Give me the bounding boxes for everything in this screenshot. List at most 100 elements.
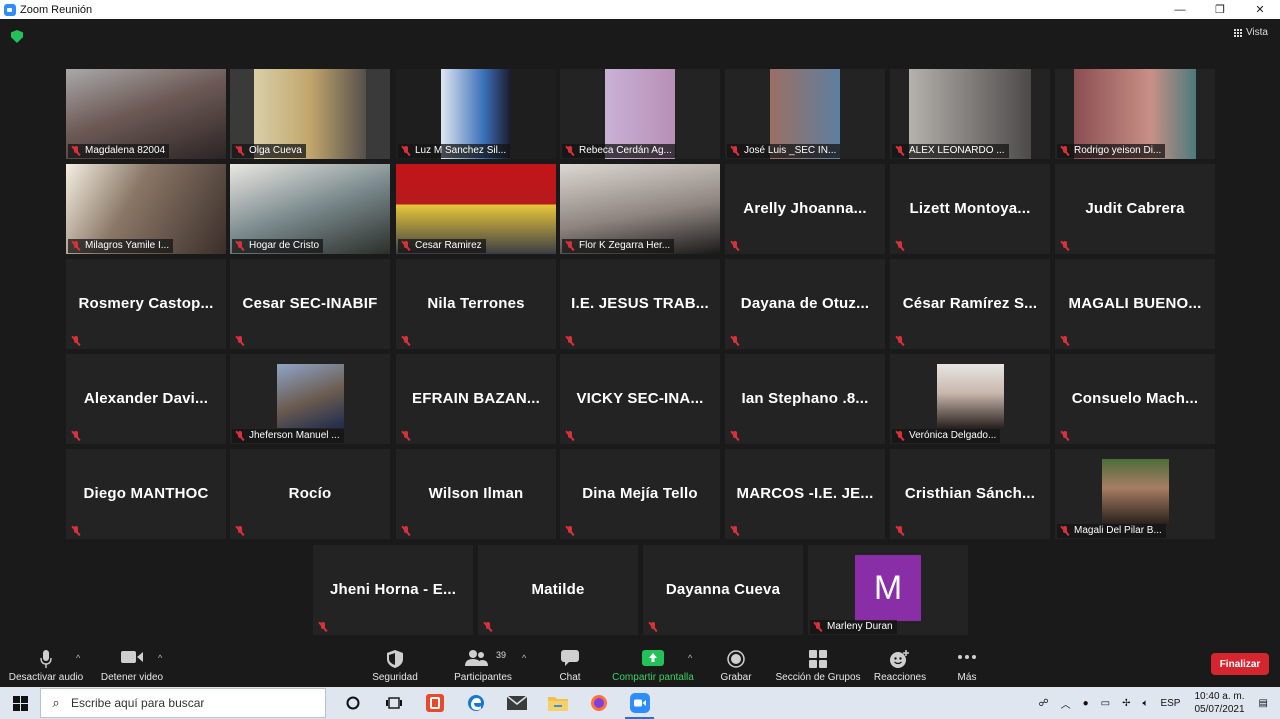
cortana-button[interactable] — [332, 687, 373, 719]
participant-tile[interactable]: Cesar SEC-INABIF — [230, 259, 390, 349]
chat-button[interactable]: Chat — [552, 645, 588, 687]
participant-tile[interactable]: Lizett Montoya... — [890, 164, 1050, 254]
participant-tile[interactable]: Dayana de Otuz... — [725, 259, 885, 349]
office-icon — [425, 694, 444, 712]
muted-microphone-icon — [648, 622, 658, 632]
participant-tile[interactable]: Arelly Jhoanna... — [725, 164, 885, 254]
muted-microphone-icon — [71, 146, 81, 156]
office-app-button[interactable] — [414, 687, 455, 719]
meeting-gallery: Vista Magdalena 82004 Olga Cueva Luz M San… — [0, 19, 1280, 645]
participant-tile[interactable]: Wilson Ilman — [396, 449, 556, 539]
participant-name-large: Matilde — [531, 581, 585, 598]
participant-tile[interactable]: MARCOS -I.E. JE... — [725, 449, 885, 539]
encryption-shield-icon[interactable] — [11, 30, 23, 43]
close-button[interactable]: ✕ — [1240, 0, 1280, 19]
participant-tile[interactable]: Ian Stephano .8... — [725, 354, 885, 444]
edge-browser-button[interactable] — [455, 687, 496, 719]
show-hidden-icons-chevron-icon[interactable]: ︿ — [1061, 696, 1071, 711]
notifications-icon[interactable]: ▤ — [1259, 698, 1268, 709]
share-options-caret[interactable]: ^ — [688, 653, 692, 663]
language-indicator[interactable]: ESP — [1160, 698, 1180, 709]
participant-tile[interactable]: Alexander Davi... — [66, 354, 226, 444]
participant-name-label: Verónica Delgado... — [892, 429, 1001, 443]
windows-logo-icon — [12, 695, 28, 711]
more-button[interactable]: Más — [950, 645, 984, 687]
file-explorer-button[interactable] — [537, 687, 578, 719]
view-button[interactable]: Vista — [1233, 27, 1268, 38]
firefox-button[interactable] — [578, 687, 619, 719]
participant-tile[interactable]: Jheferson Manuel ... — [230, 354, 390, 444]
mail-app-button[interactable] — [496, 687, 537, 719]
participant-tile[interactable]: Matilde — [478, 545, 638, 635]
taskbar-clock[interactable]: 10:40 a. m. 05/07/2021 — [1194, 690, 1244, 716]
participants-options-caret[interactable]: ^ — [522, 653, 526, 663]
volume-icon[interactable]: 🔈︎ — [1142, 698, 1148, 709]
participant-tile[interactable]: Luz M Sanchez Sil... — [396, 69, 556, 159]
participant-tile[interactable]: Olga Cueva — [230, 69, 390, 159]
edge-icon — [467, 695, 484, 711]
participant-name-large: Cristhian Sánch... — [904, 485, 1036, 502]
maximize-button[interactable]: ❐ — [1200, 0, 1240, 19]
security-button[interactable]: Seguridad — [366, 645, 424, 687]
network-icon[interactable]: ✢ — [1122, 698, 1130, 709]
muted-microphone-icon — [483, 622, 493, 632]
participant-tile[interactable]: Flor K Zegarra Her... — [560, 164, 720, 254]
taskbar-search-box[interactable]: ⌕ Escribe aquí para buscar — [40, 688, 326, 718]
reactions-button[interactable]: Reacciones — [870, 645, 930, 687]
end-meeting-button[interactable]: Finalizar — [1211, 653, 1269, 675]
participant-tile[interactable]: Verónica Delgado... — [890, 354, 1050, 444]
search-icon: ⌕ — [52, 695, 60, 710]
muted-microphone-icon — [401, 336, 411, 346]
participant-tile[interactable]: Magdalena 82004 — [66, 69, 226, 159]
participant-tile[interactable]: Rocío — [230, 449, 390, 539]
participant-tile[interactable]: M Marleny Duran — [808, 545, 968, 635]
participant-name-large: César Ramírez S... — [902, 295, 1038, 312]
participant-tile[interactable]: Dayanna Cueva — [643, 545, 803, 635]
participant-tile[interactable]: Cesar Ramirez — [396, 164, 556, 254]
breakout-rooms-button[interactable]: Sección de Grupos — [772, 645, 864, 687]
participant-tile[interactable]: EFRAIN BAZAN... — [396, 354, 556, 444]
share-screen-button[interactable]: Compartir pantalla — [608, 645, 698, 687]
microphone-tray-icon[interactable]: ● — [1083, 698, 1089, 709]
record-button[interactable]: Grabar — [716, 645, 756, 687]
participant-tile[interactable]: Milagros Yamile I... — [66, 164, 226, 254]
participant-tile[interactable]: Rosmery Castop... — [66, 259, 226, 349]
audio-options-caret[interactable]: ^ — [76, 653, 80, 663]
stop-video-button[interactable]: Detener video — [98, 645, 166, 687]
people-icon[interactable]: ☍ — [1038, 698, 1048, 709]
participant-tile[interactable]: César Ramírez S... — [890, 259, 1050, 349]
mute-audio-button[interactable]: Desactivar audio — [8, 645, 84, 687]
muted-microphone-icon — [401, 431, 411, 441]
participant-tile[interactable]: I.E. JESUS TRAB... — [560, 259, 720, 349]
participant-tile[interactable]: José Luis _SEC IN... — [725, 69, 885, 159]
participant-tile[interactable]: MAGALI BUENO... — [1055, 259, 1215, 349]
zoom-taskbar-button[interactable] — [619, 687, 660, 719]
more-dots-icon — [958, 655, 976, 659]
participant-tile[interactable]: ALEX LEONARDO ... — [890, 69, 1050, 159]
participant-name-large: Diego MANTHOC — [83, 485, 209, 502]
muted-microphone-icon — [895, 146, 905, 156]
task-view-icon — [385, 697, 402, 709]
participant-tile[interactable]: Consuelo Mach... — [1055, 354, 1215, 444]
participant-tile[interactable]: Magali Del Pilar B... — [1055, 449, 1215, 539]
minimize-button[interactable]: — — [1160, 0, 1200, 19]
participants-button[interactable]: 39 Participantes — [450, 645, 516, 687]
task-view-button[interactable] — [373, 687, 414, 719]
participant-tile[interactable]: Diego MANTHOC — [66, 449, 226, 539]
participant-tile[interactable]: Rebeca Cerdán Ag... — [560, 69, 720, 159]
participant-tile[interactable]: VICKY SEC-INA... — [560, 354, 720, 444]
participant-name-large: Rocío — [288, 485, 332, 502]
muted-microphone-icon — [730, 241, 740, 251]
battery-icon[interactable]: ▭ — [1101, 698, 1110, 709]
muted-microphone-icon — [895, 241, 905, 251]
participant-tile[interactable]: Rodrigo yeison Di... — [1055, 69, 1215, 159]
participant-tile[interactable]: Jheni Horna - E... — [313, 545, 473, 635]
participant-tile[interactable]: Dina Mejía Tello — [560, 449, 720, 539]
participant-tile[interactable]: Nila Terrones — [396, 259, 556, 349]
muted-microphone-icon — [565, 431, 575, 441]
windows-start-button[interactable] — [0, 687, 40, 719]
participant-tile[interactable]: Judit Cabrera — [1055, 164, 1215, 254]
participant-tile[interactable]: Cristhian Sánch... — [890, 449, 1050, 539]
video-options-caret[interactable]: ^ — [158, 653, 162, 663]
participant-tile[interactable]: Hogar de Cristo — [230, 164, 390, 254]
